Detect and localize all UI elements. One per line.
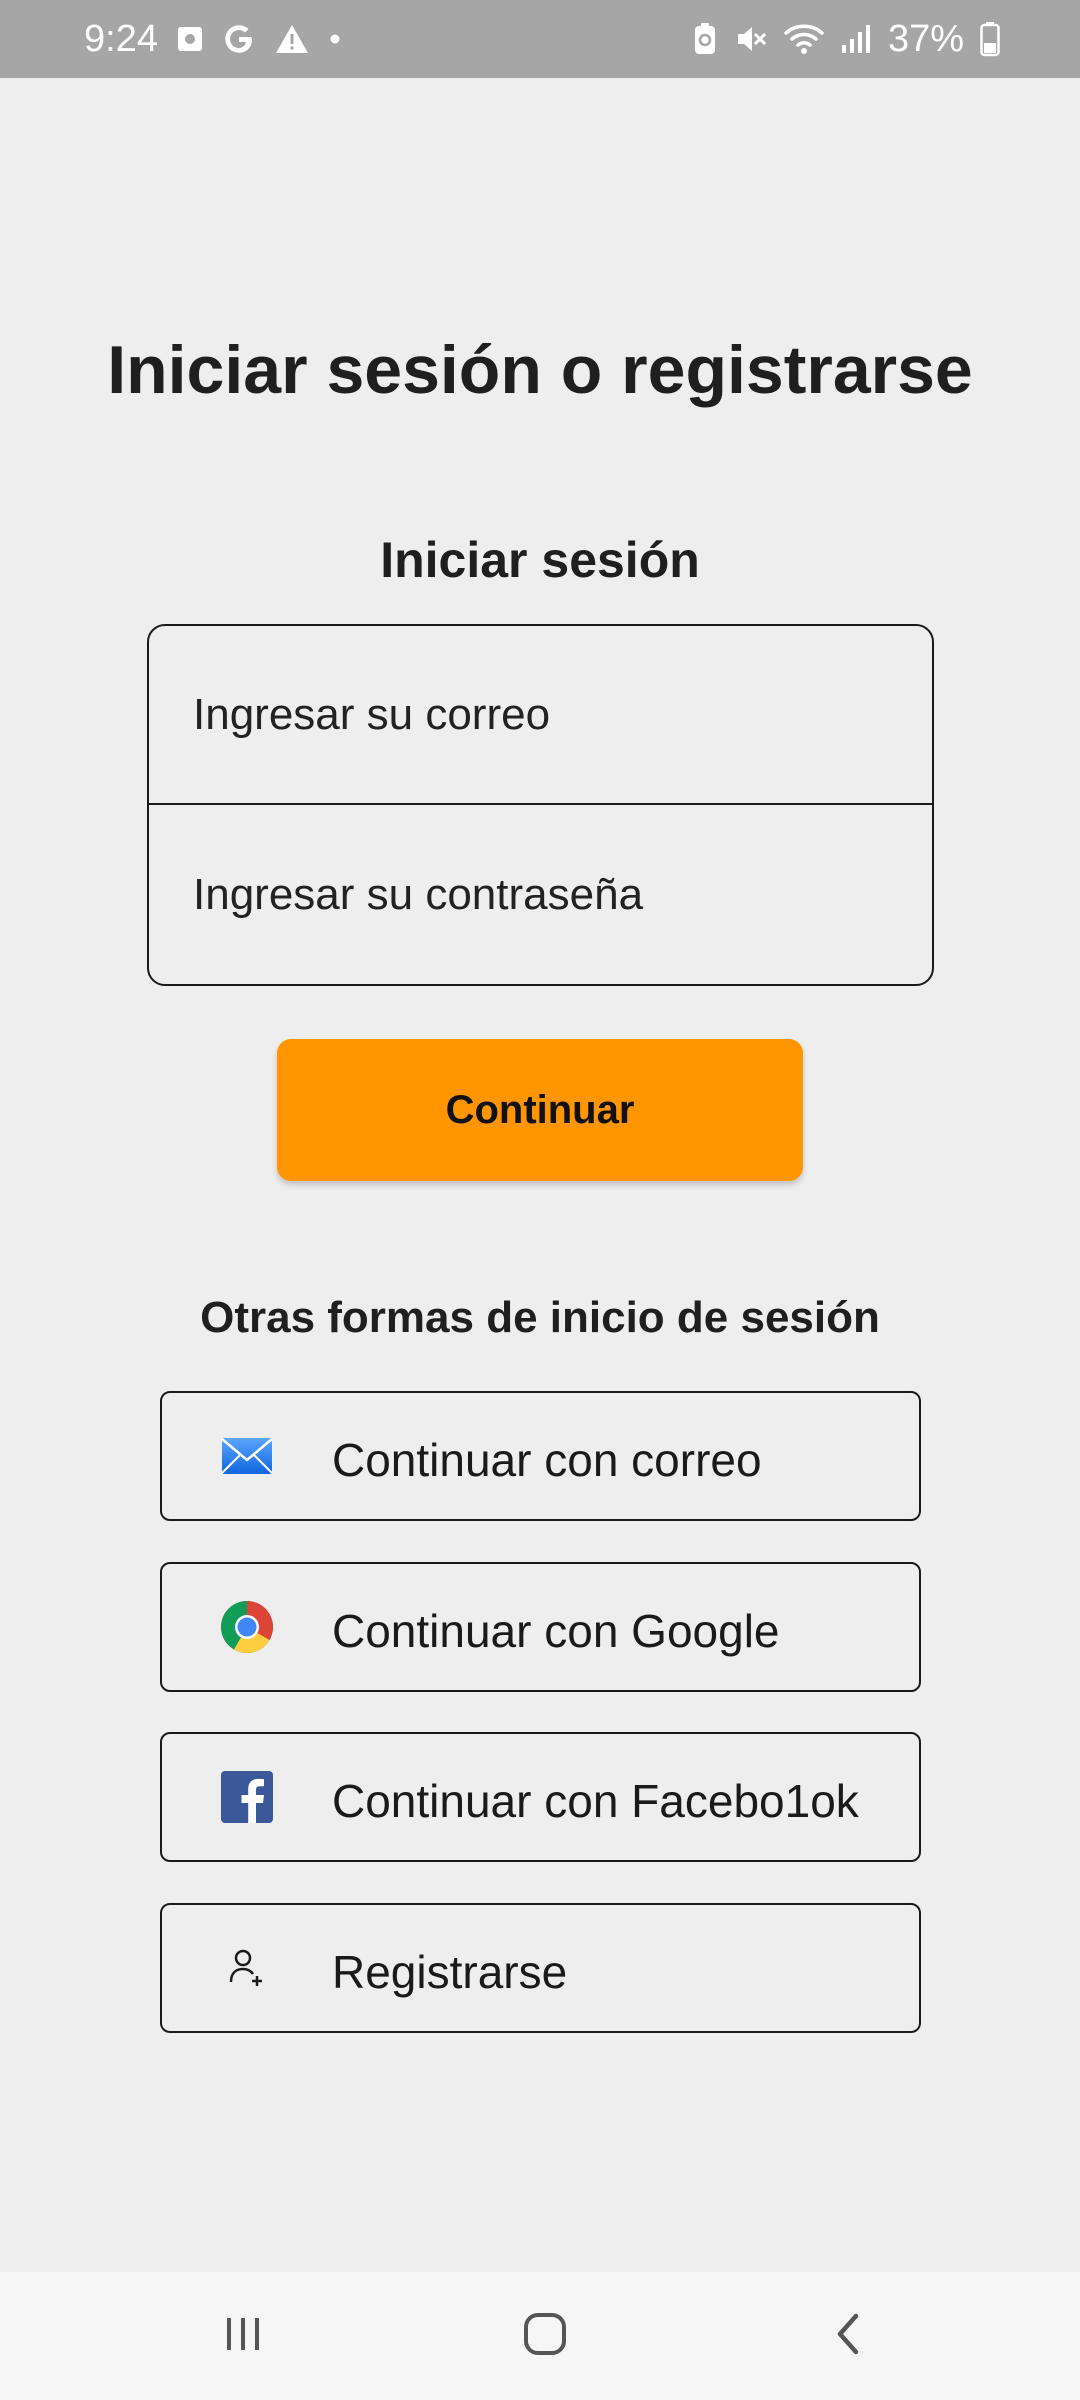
email-input[interactable]	[149, 626, 932, 805]
home-icon	[521, 2310, 569, 2363]
battery-icon	[980, 21, 1000, 57]
facebook-icon	[216, 1766, 278, 1828]
google-icon	[222, 22, 256, 56]
register-label: Registrarse	[332, 1946, 568, 1998]
other-methods-title: Otras formas de inicio de sesión	[200, 1293, 880, 1342]
password-input[interactable]	[149, 805, 932, 984]
continue-with-google-button[interactable]: Continuar con Google	[160, 1562, 921, 1692]
mail-icon	[216, 1425, 278, 1487]
wifi-icon	[784, 22, 824, 56]
battery-saver-icon	[692, 22, 718, 56]
signal-icon	[840, 23, 872, 55]
continue-with-facebook-label: Continuar con Facebo1ok	[332, 1775, 859, 1827]
continue-button[interactable]: Continuar	[277, 1039, 803, 1181]
battery-percent: 37%	[887, 17, 964, 60]
home-button[interactable]	[485, 2272, 605, 2400]
add-user-icon	[216, 1937, 278, 1999]
back-button[interactable]	[788, 2272, 908, 2400]
login-form	[147, 624, 934, 986]
chrome-icon	[216, 1596, 278, 1658]
back-icon	[828, 2310, 868, 2363]
recents-icon	[221, 2312, 265, 2361]
register-button[interactable]: Registrarse	[160, 1903, 921, 2033]
navigation-bar	[0, 2272, 1080, 2400]
recents-button[interactable]	[183, 2272, 303, 2400]
warning-icon	[274, 23, 310, 55]
login-section-title: Iniciar sesión	[380, 532, 700, 588]
mute-icon	[734, 22, 768, 56]
continue-with-email-button[interactable]: Continuar con correo	[160, 1391, 921, 1521]
dot-icon	[328, 32, 342, 46]
page-title: Iniciar sesión o registrarse	[107, 332, 973, 408]
continue-with-google-label: Continuar con Google	[332, 1605, 780, 1657]
status-left: 9:24	[84, 0, 342, 78]
status-right: 37%	[692, 0, 1000, 78]
photo-notification-icon	[176, 24, 204, 54]
status-bar: 9:24 37%	[0, 0, 1080, 78]
continue-with-email-label: Continuar con correo	[332, 1434, 762, 1486]
status-time: 9:24	[84, 17, 158, 60]
continue-with-facebook-button[interactable]: Continuar con Facebo1ok	[160, 1732, 921, 1862]
